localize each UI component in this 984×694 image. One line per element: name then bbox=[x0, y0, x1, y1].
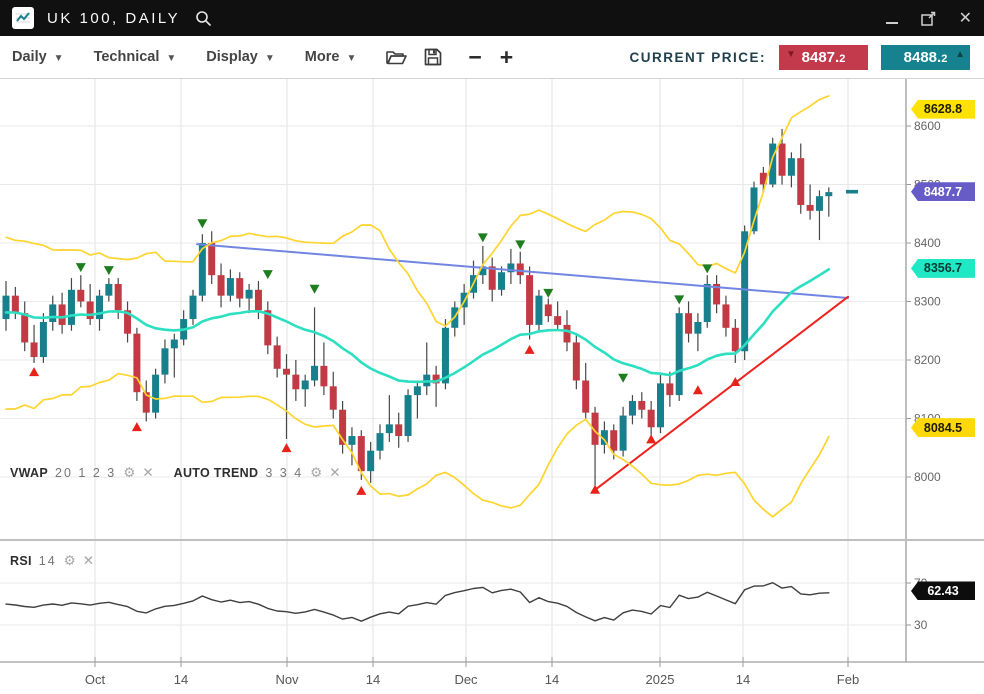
sell-price-value: 8487.2 bbox=[802, 49, 846, 66]
price-axis-badge: 8084.5 bbox=[911, 418, 975, 437]
open-layout-button[interactable] bbox=[386, 49, 407, 66]
chevron-down-icon: ▼ bbox=[346, 51, 356, 64]
rsi-indicator-legend: RSI 14 ⚙ ✕ bbox=[10, 553, 94, 569]
minimize-icon bbox=[886, 13, 898, 24]
close-icon[interactable]: ✕ bbox=[142, 465, 153, 481]
svg-text:Dec: Dec bbox=[454, 672, 478, 687]
technical-dropdown-label: Technical bbox=[94, 49, 160, 65]
more-dropdown[interactable]: More ▼ bbox=[305, 49, 357, 65]
svg-text:2025: 2025 bbox=[646, 672, 675, 687]
arrow-up-icon: ▲ bbox=[955, 49, 965, 60]
popout-icon bbox=[920, 10, 937, 27]
rsi-label: RSI bbox=[10, 554, 32, 568]
price-axis-badge: 8628.8 bbox=[911, 100, 975, 119]
close-button[interactable]: ✕ bbox=[959, 8, 972, 28]
svg-text:8600: 8600 bbox=[914, 119, 941, 133]
chevron-down-icon: ▼ bbox=[54, 51, 64, 64]
rsi-params: 14 bbox=[39, 554, 57, 568]
svg-text:14: 14 bbox=[366, 672, 380, 687]
autotrend-label: AUTO TREND bbox=[174, 466, 259, 480]
gear-icon[interactable]: ⚙ bbox=[310, 465, 322, 481]
folder-open-icon bbox=[386, 49, 407, 66]
buy-price-button[interactable]: 8488.2 ▲ bbox=[881, 45, 970, 70]
vwap-params: 20 1 2 3 bbox=[55, 466, 116, 480]
price-axis-badge: 8487.7 bbox=[911, 182, 975, 201]
price-chart-canvas[interactable]: Oct14Nov14Dec14202514Feb8600850084008300… bbox=[0, 0, 984, 694]
search-icon[interactable] bbox=[195, 10, 212, 27]
popout-button[interactable] bbox=[920, 10, 937, 27]
close-icon[interactable]: ✕ bbox=[329, 465, 340, 481]
main-indicator-row: VWAP 20 1 2 3 ⚙ ✕ AUTO TREND 3 3 4 ⚙ ✕ bbox=[10, 465, 361, 481]
save-layout-button[interactable] bbox=[424, 48, 442, 66]
svg-text:14: 14 bbox=[545, 672, 559, 687]
zoom-in-button[interactable]: + bbox=[500, 46, 513, 69]
timeframe-dropdown-label: Daily bbox=[12, 49, 47, 65]
current-price-label: CURRENT PRICE: bbox=[629, 50, 766, 65]
minimize-button[interactable] bbox=[886, 13, 898, 24]
zoom-out-button[interactable]: − bbox=[468, 46, 481, 69]
price-axis-badge: 62.43 bbox=[911, 581, 975, 600]
chevron-down-icon: ▼ bbox=[166, 51, 176, 64]
svg-text:Feb: Feb bbox=[837, 672, 859, 687]
svg-text:8200: 8200 bbox=[914, 353, 941, 367]
autotrend-indicator-legend: AUTO TREND 3 3 4 ⚙ ✕ bbox=[174, 465, 341, 481]
display-dropdown-label: Display bbox=[206, 49, 258, 65]
svg-text:14: 14 bbox=[174, 672, 188, 687]
chart-logo-icon bbox=[12, 7, 34, 29]
symbol-title: UK 100, DAILY bbox=[47, 10, 180, 27]
timeframe-dropdown[interactable]: Daily ▼ bbox=[12, 49, 64, 65]
chart-toolbar: Daily ▼ Technical ▼ Display ▼ More ▼ bbox=[0, 36, 984, 79]
vwap-label: VWAP bbox=[10, 466, 48, 480]
svg-text:8000: 8000 bbox=[914, 470, 941, 484]
title-bar: UK 100, DAILY ✕ bbox=[0, 0, 984, 36]
svg-text:8400: 8400 bbox=[914, 236, 941, 250]
trading-chart-window: UK 100, DAILY ✕ Daily ▼ Technical ▼ bbox=[0, 0, 984, 694]
display-dropdown[interactable]: Display ▼ bbox=[206, 49, 275, 65]
technical-dropdown[interactable]: Technical ▼ bbox=[94, 49, 177, 65]
svg-text:14: 14 bbox=[736, 672, 750, 687]
sell-price-button[interactable]: ▼ 8487.2 bbox=[779, 45, 868, 70]
svg-text:Nov: Nov bbox=[275, 672, 299, 687]
save-icon bbox=[424, 48, 442, 66]
svg-text:30: 30 bbox=[914, 618, 928, 632]
close-icon[interactable]: ✕ bbox=[83, 553, 94, 569]
svg-text:8300: 8300 bbox=[914, 295, 941, 309]
arrow-down-icon: ▼ bbox=[786, 49, 796, 60]
more-dropdown-label: More bbox=[305, 49, 340, 65]
rsi-indicator-row: RSI 14 ⚙ ✕ bbox=[10, 553, 114, 569]
autotrend-params: 3 3 4 bbox=[265, 466, 303, 480]
buy-price-value: 8488.2 bbox=[904, 49, 948, 66]
svg-text:Oct: Oct bbox=[85, 672, 106, 687]
chevron-down-icon: ▼ bbox=[265, 51, 275, 64]
gear-icon[interactable]: ⚙ bbox=[64, 553, 76, 569]
vwap-indicator-legend: VWAP 20 1 2 3 ⚙ ✕ bbox=[10, 465, 154, 481]
price-axis-badge: 8356.7 bbox=[911, 259, 975, 278]
gear-icon[interactable]: ⚙ bbox=[123, 465, 135, 481]
